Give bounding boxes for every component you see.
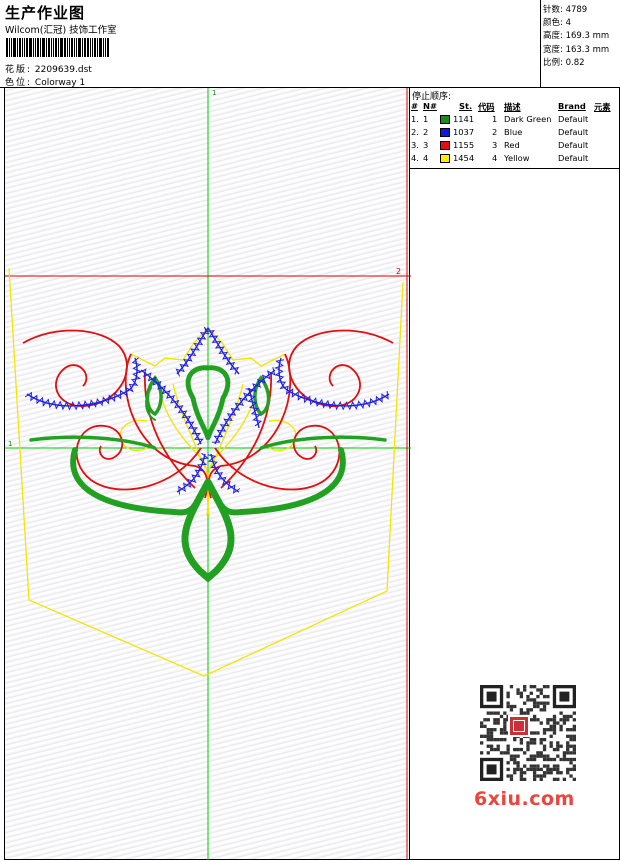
col-index: # xyxy=(411,101,418,111)
colorway-label: 色位: xyxy=(5,78,33,88)
embroidery-design: 1 1 2 xyxy=(5,88,411,860)
design-stats: 针数: 4789 颜色: 4 高度: 169.3 mm 宽度: 163.3 mm… xyxy=(540,0,620,88)
col-code: 代码 xyxy=(478,102,495,112)
colorway-value: Colorway 1 xyxy=(34,78,86,88)
col-stitches: St. xyxy=(459,101,473,111)
table-row[interactable]: 1. 1 1141 1 Dark Green Default xyxy=(410,113,618,126)
stat-height: 高度: 169.3 mm xyxy=(543,31,610,42)
col-number: N# xyxy=(423,101,437,111)
color-swatch xyxy=(440,128,450,137)
colorway-info: 色位: Colorway 1 xyxy=(5,75,85,88)
table-row[interactable]: 3. 3 1155 3 Red Default xyxy=(410,139,618,152)
guide-label-top: 1 xyxy=(212,89,216,97)
stat-colors: 颜色: 4 xyxy=(543,18,571,29)
stat-scale: 比例: 0.82 xyxy=(543,57,585,68)
watermark: 6xiu.com xyxy=(470,680,588,814)
table-row[interactable]: 2. 2 1037 2 Blue Default xyxy=(410,126,618,139)
design-file-info: 花版: 2209639.dst xyxy=(5,62,92,75)
color-swatch xyxy=(440,115,450,124)
col-element: 元素 xyxy=(594,102,611,112)
design-file-label: 花版: xyxy=(5,65,33,75)
table-header-row: # N# St. 代码 描述 Brand 元素 xyxy=(410,100,618,113)
design-file-value: 2209639.dst xyxy=(34,65,92,75)
qr-logo-icon xyxy=(508,715,530,737)
col-description: 描述 xyxy=(504,102,521,112)
software-studio-name: Wilcom(汇冠) 技饰工作室 xyxy=(5,25,117,36)
color-swatch xyxy=(440,141,450,150)
design-preview-canvas[interactable]: 1 1 2 xyxy=(4,88,411,860)
color-swatch xyxy=(440,154,450,163)
table-row[interactable]: 4. 4 1454 4 Yellow Default xyxy=(410,152,618,165)
guide-label-right: 2 xyxy=(396,267,401,276)
stat-width: 宽度: 163.3 mm xyxy=(543,44,610,55)
header-panel: 生产作业图 Wilcom(汇冠) 技饰工作室 花版: 2209639.dst 色… xyxy=(0,0,540,88)
page-title: 生产作业图 xyxy=(5,4,86,22)
barcode xyxy=(6,38,142,57)
watermark-text: 6xiu.com xyxy=(474,788,575,810)
guide-label-left: 1 xyxy=(8,440,12,448)
color-sequence-table: # N# St. 代码 描述 Brand 元素 1. 1 1141 1 Dark… xyxy=(410,100,618,165)
panel-divider xyxy=(410,168,620,169)
col-brand: Brand xyxy=(558,101,586,111)
stat-stitches: 针数: 4789 xyxy=(543,5,588,15)
